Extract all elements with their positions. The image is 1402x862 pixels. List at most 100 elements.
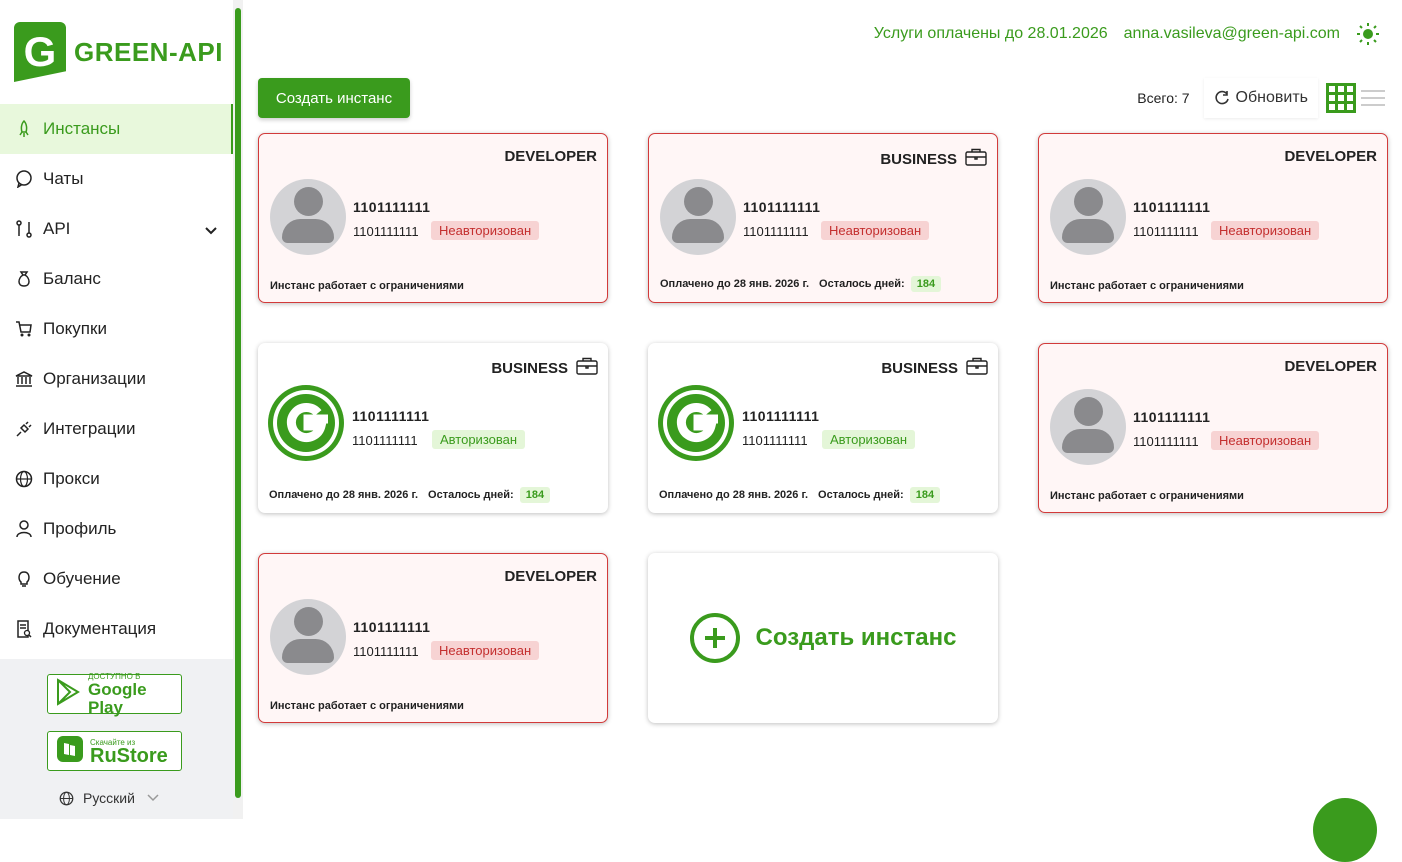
google-play-big: Google Play: [88, 679, 147, 717]
briefcase-icon: [966, 357, 988, 379]
money-bag-icon: [14, 269, 34, 289]
logo[interactable]: G GREEN-API: [14, 22, 223, 82]
status-badge: Неавторизован: [821, 221, 930, 240]
instance-phone: 1101111111: [743, 224, 809, 239]
sidebar-item-label: Обучение: [43, 569, 121, 588]
refresh-label: Обновить: [1235, 89, 1308, 106]
card-footer: Инстанс работает с ограничениями: [1050, 280, 1244, 292]
avatar-placeholder-icon: [660, 179, 736, 255]
sidebar-item-label: Интеграции: [43, 419, 136, 438]
instance-card[interactable]: BUSINESS 1101111111 1101111111 Авторизован О…: [258, 343, 608, 513]
instance-card[interactable]: BUSINESS 1101111111 1101111111 Неавторизова…: [648, 133, 998, 303]
sidebar-item-proxy[interactable]: Прокси: [0, 454, 233, 504]
paid-until: Оплачено до 28 янв. 2026 г.: [269, 489, 419, 501]
support-chat-button[interactable]: [1313, 798, 1377, 862]
user-email[interactable]: anna.vasileva@green-api.com: [1124, 25, 1340, 43]
sidebar-item-api[interactable]: API: [0, 204, 233, 254]
avatar-placeholder-icon: [1050, 389, 1126, 465]
sidebar-item-integrations[interactable]: Интеграции: [0, 404, 233, 454]
sidebar-item-label: Баланс: [43, 269, 101, 288]
instance-card[interactable]: DEVELOPER 1101111111 1101111111 Неавторизов…: [258, 553, 608, 723]
card-footer: Инстанс работает с ограничениями: [270, 280, 464, 292]
grid-view-button[interactable]: [1326, 83, 1356, 113]
sidebar-scrollbar[interactable]: [233, 0, 243, 819]
status-badge: Неавторизован: [431, 641, 540, 660]
create-instance-card[interactable]: Создать инстанс: [648, 553, 998, 723]
sidebar-item-label: Организации: [43, 369, 146, 388]
document-icon: [14, 619, 34, 639]
plan-label: BUSINESS: [881, 357, 988, 379]
sidebar-item-label: Прокси: [43, 469, 100, 488]
briefcase-icon: [576, 357, 598, 379]
status-badge: Авторизован: [822, 430, 916, 449]
google-play-icon: [56, 677, 82, 711]
list-view-button[interactable]: [1358, 83, 1388, 113]
sidebar-item-purchases[interactable]: Покупки: [0, 304, 233, 354]
status-badge: Неавторизован: [431, 221, 540, 240]
avatar-placeholder-icon: [270, 599, 346, 675]
avatar-placeholder-icon: [1050, 179, 1126, 255]
sun-icon[interactable]: [1356, 22, 1380, 46]
header: Услуги оплачены до 28.01.2026 anna.vasil…: [874, 22, 1380, 46]
instance-id: 1101111111: [353, 199, 431, 215]
green-api-avatar: [266, 383, 346, 463]
instance-id: 1101111111: [353, 619, 431, 635]
refresh-icon: [1214, 90, 1230, 106]
instance-card[interactable]: DEVELOPER 1101111111 1101111111 Неавторизов…: [1038, 343, 1388, 513]
chevron-down-icon[interactable]: [205, 220, 217, 240]
rustore-icon: [56, 735, 84, 768]
instance-phone: 1101111111: [1133, 434, 1199, 449]
sidebar-item-docs[interactable]: Документация: [0, 604, 233, 654]
plan-label: DEVELOPER: [504, 148, 597, 165]
card-footer: Оплачено до 28 янв. 2026 г. Осталось дней…: [269, 487, 551, 503]
instance-id: 1101111111: [1133, 409, 1211, 425]
plan-label: DEVELOPER: [504, 568, 597, 585]
user-icon: [14, 519, 34, 539]
briefcase-icon: [965, 148, 987, 170]
sidebar-item-balance[interactable]: Баланс: [0, 254, 233, 304]
instance-card[interactable]: DEVELOPER 1101111111 1101111111 Неавторизов…: [1038, 133, 1388, 303]
card-footer: Оплачено до 28 янв. 2026 г. Осталось дней…: [660, 276, 942, 292]
sidebar-item-label: Чаты: [43, 169, 84, 188]
bank-icon: [14, 369, 34, 389]
sidebar-item-chats[interactable]: Чаты: [0, 154, 233, 204]
plan-label: DEVELOPER: [1284, 358, 1377, 375]
instance-id: 1101111111: [743, 199, 821, 215]
status-badge: Неавторизован: [1211, 431, 1320, 450]
plan-label: BUSINESS: [491, 357, 598, 379]
language-select[interactable]: Русский: [59, 790, 159, 806]
plug-icon: [14, 419, 34, 439]
plus-circle-icon: [689, 613, 740, 663]
google-play-button[interactable]: ДОСТУПНО В Google Play: [47, 672, 182, 717]
days-left-label: Осталось дней:: [818, 489, 904, 501]
instance-card[interactable]: BUSINESS 1101111111 1101111111 Авторизован О…: [648, 343, 998, 513]
green-api-avatar: [656, 383, 736, 463]
paid-until-text: Услуги оплачены до 28.01.2026: [873, 25, 1108, 42]
instance-id: 1101111111: [352, 408, 430, 424]
sidebar-item-organizations[interactable]: Организации: [0, 354, 233, 404]
days-left-badge: 184: [519, 487, 551, 503]
sidebar-item-instances[interactable]: Инстансы: [0, 104, 233, 154]
sidebar-item-profile[interactable]: Профиль: [0, 504, 233, 554]
sidebar-item-label: Инстансы: [43, 119, 121, 138]
card-footer: Оплачено до 28 янв. 2026 г. Осталось дней…: [659, 487, 941, 503]
rustore-button[interactable]: Скачайте из RuStore: [47, 731, 182, 771]
logo-mark: G: [14, 22, 66, 82]
instance-card[interactable]: DEVELOPER 1101111111 1101111111 Неавторизов…: [258, 133, 608, 303]
create-instance-button[interactable]: Создать инстанс: [258, 78, 410, 118]
card-footer: Инстанс работает с ограничениями: [1050, 490, 1244, 502]
refresh-button[interactable]: Обновить: [1204, 78, 1318, 118]
sidebar: G GREEN-API Инстансы Чаты API Баланс Пок…: [0, 0, 243, 819]
rustore-big: RuStore: [90, 744, 168, 767]
create-instance-card-label: Создать инстанс: [755, 624, 957, 651]
days-left-badge: 184: [910, 276, 942, 292]
instance-id: 1101111111: [742, 408, 820, 424]
cart-icon: [14, 319, 34, 339]
sidebar-item-label: API: [43, 219, 71, 238]
globe-icon: [59, 791, 74, 806]
avatar-placeholder-icon: [270, 179, 346, 255]
rocket-icon: [14, 119, 34, 139]
sidebar-item-learning[interactable]: Обучение: [0, 554, 233, 604]
days-left-label: Осталось дней:: [428, 489, 514, 501]
sidebar-bottom: ДОСТУПНО В Google Play Скачайте из RuSto…: [0, 659, 233, 819]
